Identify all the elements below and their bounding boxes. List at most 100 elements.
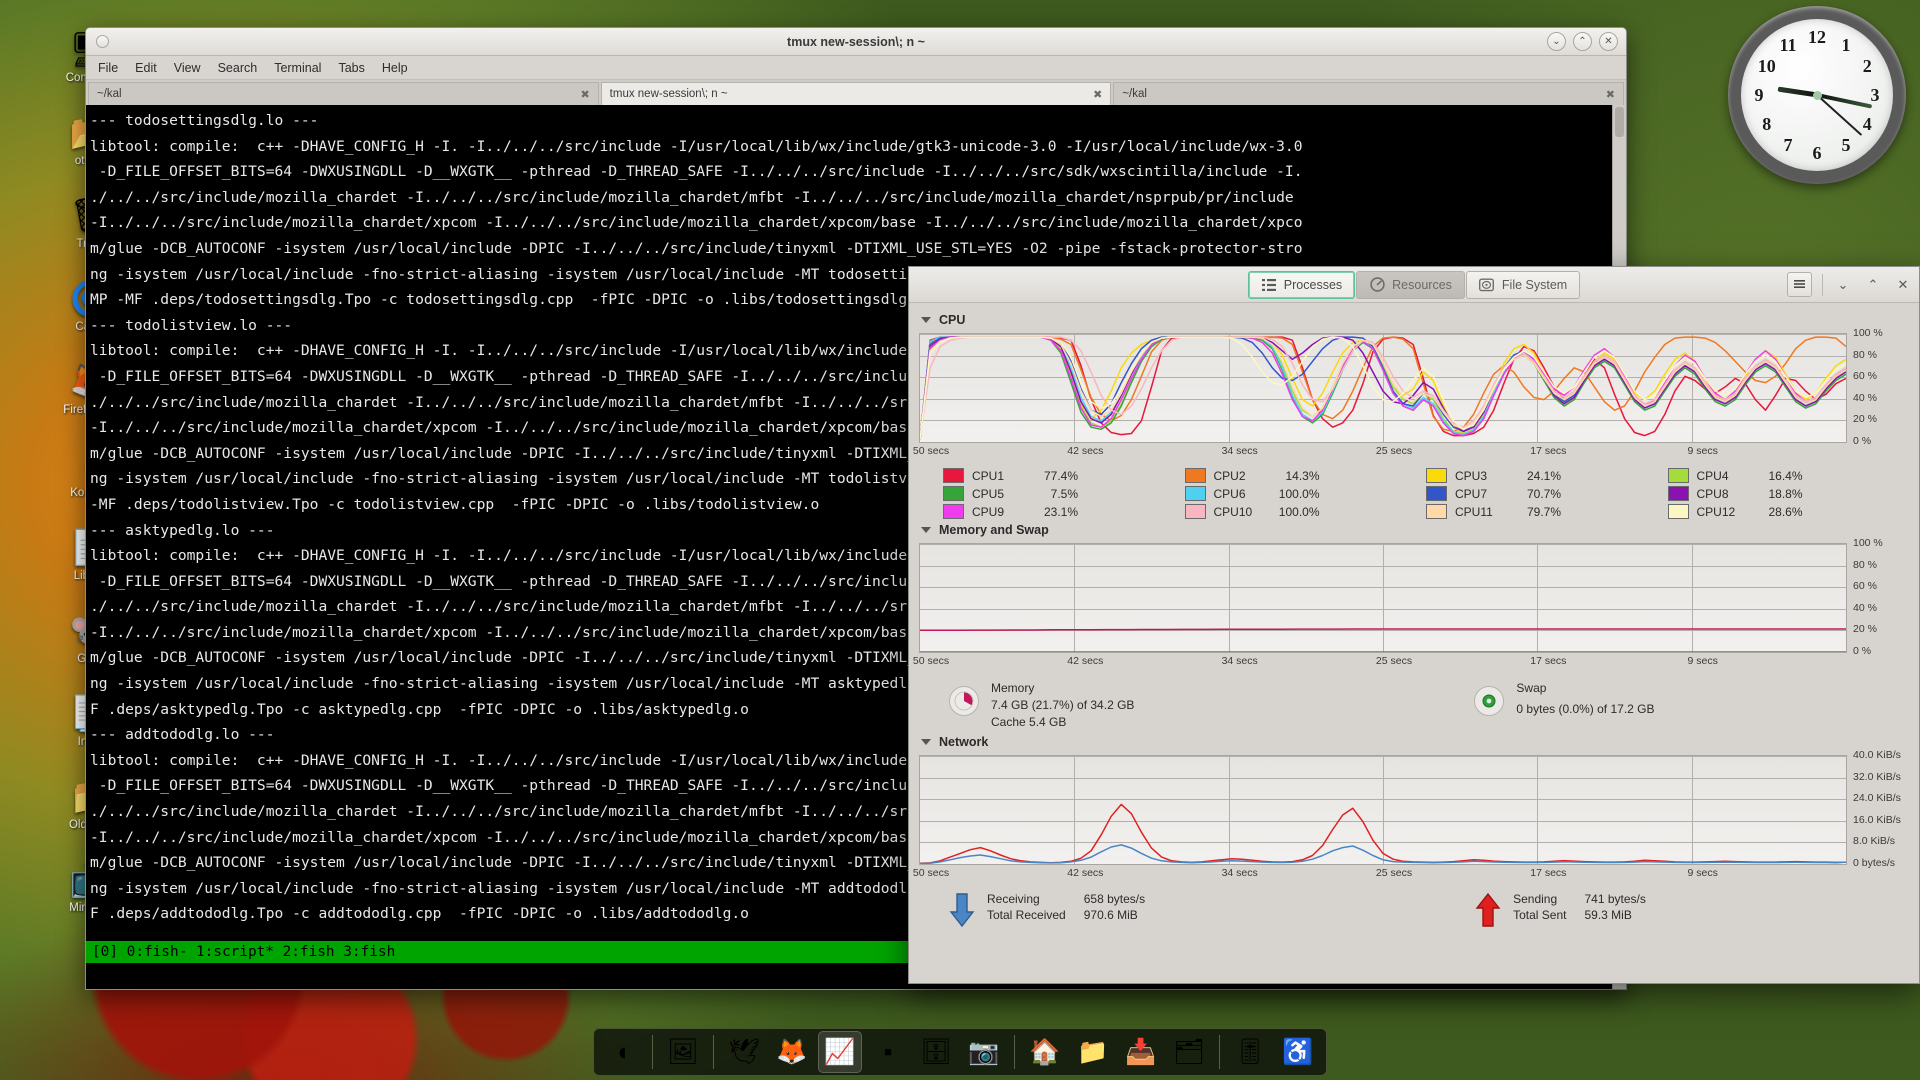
x-tick-label: 9 secs <box>1687 867 1717 879</box>
clock-number: 6 <box>1806 142 1828 164</box>
chevron-down-icon[interactable] <box>921 527 931 533</box>
taskbar-system-monitor[interactable]: 📈 <box>818 1031 862 1073</box>
terminal-tab[interactable]: ~/kal✖ <box>88 82 599 105</box>
taskbar-home-folder[interactable]: 🏠 <box>1023 1031 1067 1073</box>
system-monitor-icon: 📈 <box>824 1038 855 1067</box>
upload-arrow-icon <box>1475 892 1501 930</box>
cpu-value: 100.0% <box>1268 505 1320 519</box>
minimize-icon[interactable]: ⌄ <box>1547 32 1566 51</box>
system-monitor-body: CPU 0 %20 %40 %60 %80 %100 % 50 secs42 s… <box>909 303 1919 983</box>
cpu-value: 18.8% <box>1751 487 1803 501</box>
tab-resources[interactable]: Resources <box>1356 271 1465 299</box>
memory-section-title: Memory and Swap <box>939 523 1049 537</box>
swap-summary: Swap 0 bytes (0.0%) of 17.2 GB <box>1474 680 1654 731</box>
firefox-icon: 🦊 <box>776 1038 807 1067</box>
cpu-graph <box>919 333 1847 443</box>
terminal-menubar: File Edit View Search Terminal Tabs Help <box>86 56 1626 80</box>
y-tick-label: 20 % <box>1853 413 1877 425</box>
network-receiving-summary: Receiving 658 bytes/s Total Received 970… <box>949 892 1145 930</box>
cpu-label: CPU2 <box>1214 469 1260 483</box>
hamburger-menu-icon[interactable] <box>1787 272 1812 297</box>
system-monitor-window[interactable]: ProcessesResourcesFile System ⌄ ⌃ ✕ CPU … <box>908 266 1920 984</box>
receiving-value: 658 bytes/s <box>1084 892 1145 906</box>
tab-processes[interactable]: Processes <box>1248 271 1355 299</box>
control-divider <box>1822 274 1823 296</box>
network-section-title: Network <box>939 735 988 749</box>
chevron-down-icon[interactable] <box>921 739 931 745</box>
clock-number: 5 <box>1835 134 1857 156</box>
tab-close-icon[interactable]: ✖ <box>580 88 589 101</box>
menu-file[interactable]: File <box>98 61 118 75</box>
terminal-scrollbar-thumb[interactable] <box>1615 107 1624 137</box>
taskbar-downloads-folder[interactable]: 📥 <box>1119 1031 1163 1073</box>
menu-edit[interactable]: Edit <box>135 61 157 75</box>
memory-section-header[interactable]: Memory and Swap <box>921 523 1909 537</box>
cpu-legend-item: CPU8 18.8% <box>1668 486 1910 501</box>
taskbar-archive-manager[interactable]: 🗄 <box>914 1031 958 1073</box>
clock-number: 12 <box>1806 26 1828 48</box>
taskbar: ◖ 🖼 🕊 🦊 📈 ▪🗄📷 🏠 📁 📥 🗂 🎚♿ <box>593 1028 1327 1076</box>
x-tick-label: 42 secs <box>1067 445 1103 457</box>
sending-value: 741 bytes/s <box>1584 892 1645 906</box>
swap-text: Swap 0 bytes (0.0%) of 17.2 GB <box>1516 680 1654 718</box>
cpu-color-swatch <box>1185 468 1206 483</box>
taskbar-switch-toggle[interactable]: 🎚 <box>1228 1031 1272 1073</box>
menu-view[interactable]: View <box>174 61 201 75</box>
cpu-legend-item: CPU416.4% <box>1668 468 1910 483</box>
desktop-folder-icon: 🗂 <box>1173 1038 1205 1067</box>
taskbar-thunderbird[interactable]: 🕊 <box>722 1031 766 1073</box>
menu-search[interactable]: Search <box>218 61 258 75</box>
y-tick-label: 40 % <box>1853 602 1877 614</box>
taskbar-accessibility[interactable]: ♿ <box>1276 1031 1320 1073</box>
memory-usage: 7.4 GB (21.7%) of 34.2 GB <box>991 697 1134 714</box>
cpu-label: CPU8 <box>1697 487 1743 501</box>
cpu-label: CPU11 <box>1455 505 1501 519</box>
tab-close-icon[interactable]: ✖ <box>1093 88 1102 101</box>
memory-cache: Cache 5.4 GB <box>991 714 1134 731</box>
memory-graph-wrap: 0 %20 %40 %60 %80 %100 % <box>919 543 1909 653</box>
x-tick-label: 34 secs <box>1222 867 1258 879</box>
total-received-value: 970.6 MiB <box>1084 908 1145 922</box>
cpu-color-swatch <box>1668 468 1689 483</box>
menu-tabs[interactable]: Tabs <box>338 61 364 75</box>
taskbar-screenshot-tool[interactable]: 📷 <box>962 1031 1006 1073</box>
tab-close-icon[interactable]: ✖ <box>1606 88 1615 101</box>
x-tick-label: 34 secs <box>1222 655 1258 667</box>
total-received-label: Total Received <box>987 908 1066 922</box>
taskbar-menu-launcher[interactable]: ◖ <box>600 1031 644 1073</box>
taskbar-desktop-folder[interactable]: 🗂 <box>1167 1031 1211 1073</box>
maximize-icon[interactable]: ⌃ <box>1863 275 1883 295</box>
chevron-down-icon[interactable] <box>921 317 931 323</box>
swap-usage: 0 bytes (0.0%) of 17.2 GB <box>1516 701 1654 718</box>
terminal-titlebar: tmux new-session\; n ~ ⌄⌃✕ <box>86 28 1626 56</box>
taskbar-documents-folder[interactable]: 📁 <box>1071 1031 1115 1073</box>
wallpaper-thumbnail-icon: 🖼 <box>667 1038 699 1067</box>
menu-help[interactable]: Help <box>382 61 408 75</box>
y-tick-label: 32.0 KiB/s <box>1853 771 1901 783</box>
taskbar-terminal[interactable]: ▪ <box>866 1031 910 1073</box>
swap-pie-icon <box>1474 686 1504 716</box>
y-tick-label: 100 % <box>1853 537 1883 549</box>
minimize-icon[interactable]: ⌄ <box>1833 275 1853 295</box>
documents-folder-icon: 📁 <box>1077 1038 1108 1067</box>
taskbar-wallpaper-thumbnail[interactable]: 🖼 <box>661 1031 705 1073</box>
menu-terminal[interactable]: Terminal <box>274 61 321 75</box>
network-section-header[interactable]: Network <box>921 735 1909 749</box>
cpu-section-header[interactable]: CPU <box>921 313 1909 327</box>
cpu-legend-item: CPU10100.0% <box>1185 504 1427 519</box>
taskbar-separator <box>713 1035 714 1069</box>
cpu-legend-item: CPU177.4% <box>943 468 1185 483</box>
x-tick-label: 9 secs <box>1687 655 1717 667</box>
network-summary-row: Receiving 658 bytes/s Total Received 970… <box>949 892 1909 930</box>
maximize-icon[interactable]: ⌃ <box>1573 32 1592 51</box>
terminal-tab[interactable]: tmux new-session\; n ~✖ <box>601 82 1112 105</box>
close-icon[interactable]: ✕ <box>1599 32 1618 51</box>
cpu-value: 14.3% <box>1268 469 1320 483</box>
terminal-tab[interactable]: ~/kal✖ <box>1113 82 1624 105</box>
cpu-color-swatch <box>943 504 964 519</box>
tab-file-system[interactable]: File System <box>1466 271 1580 299</box>
close-icon[interactable]: ✕ <box>1893 275 1913 295</box>
taskbar-firefox[interactable]: 🦊 <box>770 1031 814 1073</box>
cpu-color-swatch <box>943 468 964 483</box>
clock-number: 3 <box>1864 84 1886 106</box>
